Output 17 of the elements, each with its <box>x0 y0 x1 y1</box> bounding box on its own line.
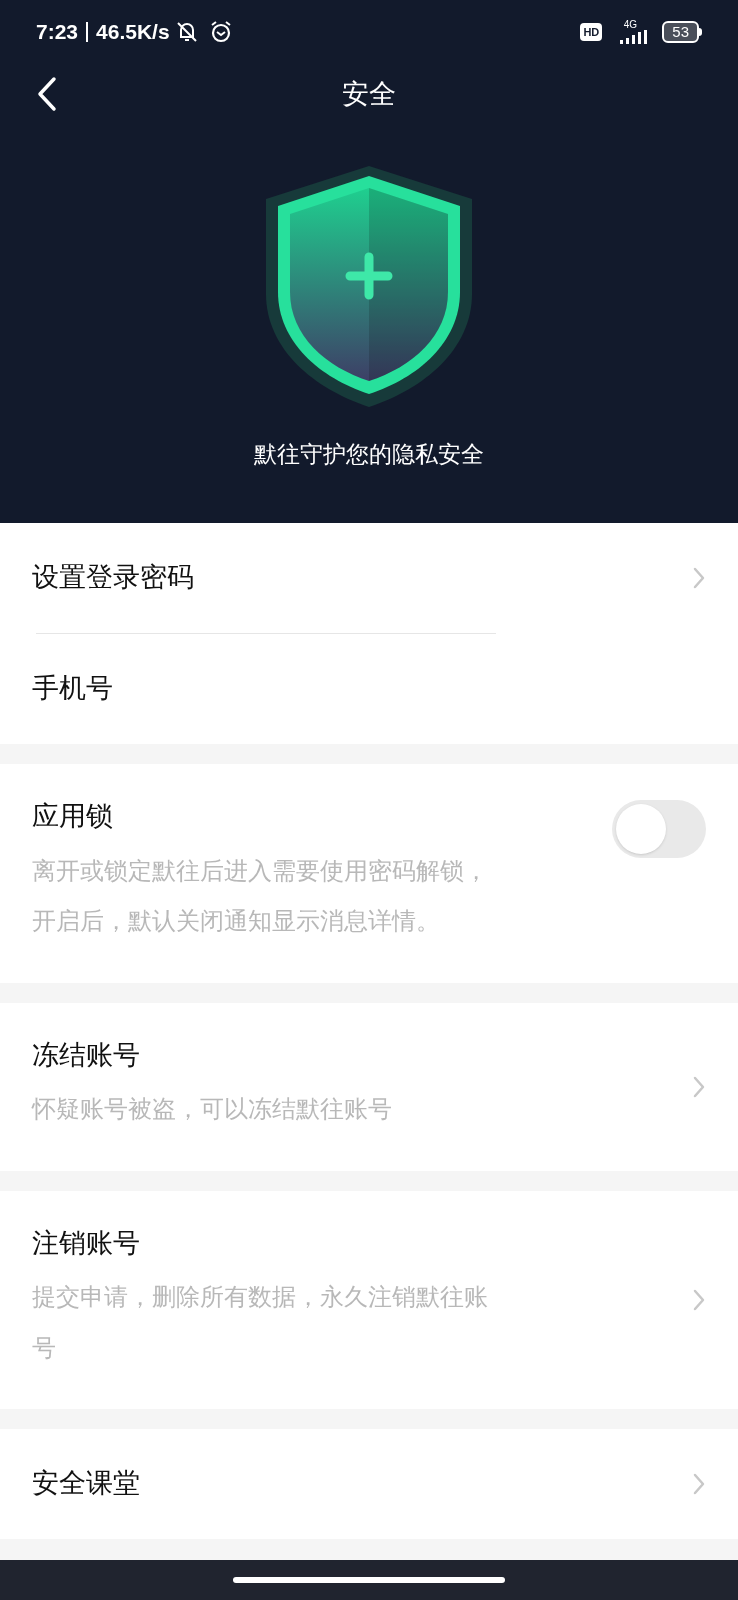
setting-label: 应用锁 <box>32 800 114 833</box>
hd-badge: HD <box>580 22 603 42</box>
setting-label: 设置登录密码 <box>32 561 195 595</box>
battery-level: 53 <box>662 21 699 43</box>
setting-description: 怀疑账号被盗，可以冻结默往账号 <box>32 1094 393 1125</box>
setting-label: 注销账号 <box>32 1226 141 1260</box>
shield-icon <box>264 164 474 409</box>
network-type: 4G <box>623 20 637 30</box>
setting-label: 手机号 <box>32 672 114 706</box>
setting-label: 安全课堂 <box>32 1467 141 1501</box>
page-title: 安全 <box>342 77 396 111</box>
setting-description: 提交申请，删除所有数据，永久注销默往账号 <box>32 1282 489 1363</box>
setting-description: 离开或锁定默往后进入需要使用密码解锁，开启后，默认关闭通知显示消息详情。 <box>32 855 489 937</box>
status-time: 7:23 <box>36 19 79 46</box>
network-speed: 46.5K/s <box>96 19 170 46</box>
tagline: 默往守护您的隐私安全 <box>253 440 485 469</box>
setting-label: 冻结账号 <box>32 1038 141 1072</box>
